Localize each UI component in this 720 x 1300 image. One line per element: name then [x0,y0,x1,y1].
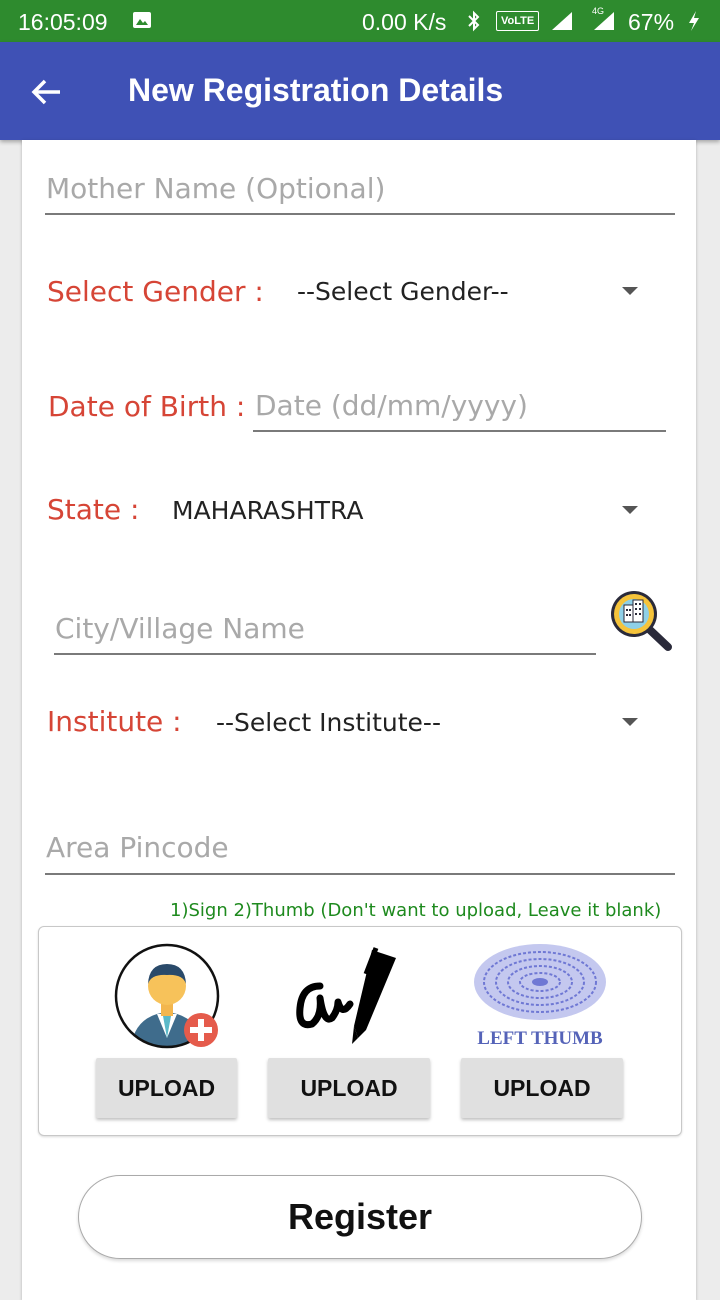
gender-spinner[interactable]: --Select Gender-- [297,277,509,306]
state-label: State : [47,493,140,526]
upload-sign-button[interactable]: UPLOAD [268,1058,430,1118]
dob-label: Date of Birth : [48,390,246,423]
page-title: New Registration Details [128,72,504,108]
institute-spinner[interactable]: --Select Institute-- [216,708,441,737]
signature-icon[interactable] [292,944,404,1048]
status-bar: 16:05:09 0.00 K/s VoLTE 4G 67% [0,0,720,42]
pincode-input[interactable]: Area Pincode [46,831,229,864]
status-time: 16:05:09 [18,9,108,35]
left-thumb-icon[interactable]: LEFT THUMB [470,942,610,1050]
dob-underline [253,430,666,432]
gender-label: Select Gender : [47,275,264,308]
app-bar: New Registration Details [0,42,720,140]
register-button[interactable]: Register [78,1175,642,1259]
thumb-caption: LEFT THUMB [477,1028,603,1049]
upload-thumb-button[interactable]: UPLOAD [461,1058,623,1118]
pincode-underline [45,873,675,875]
mother-name-underline [45,213,675,215]
city-input[interactable]: City/Village Name [55,612,305,645]
dob-input[interactable]: Date (dd/mm/yyyy) [255,389,528,422]
state-spinner[interactable]: MAHARASHTRA [172,496,363,525]
institute-label: Institute : [47,705,182,738]
image-icon [133,12,151,28]
network-speed: 0.00 K/s [362,9,447,35]
institute-dropdown-icon[interactable] [622,718,638,726]
back-arrow-icon[interactable] [30,75,64,109]
battery-level: 67% [628,9,675,35]
state-dropdown-icon[interactable] [622,506,638,514]
mother-name-input[interactable]: Mother Name (Optional) [46,172,385,205]
gender-dropdown-icon[interactable] [622,287,638,295]
bluetooth-icon [468,10,480,32]
upload-photo-button[interactable]: UPLOAD [96,1058,237,1118]
city-underline [54,653,596,655]
add-user-photo-icon[interactable] [113,942,221,1050]
upload-note: 1)Sign 2)Thumb (Don't want to upload, Le… [170,900,662,921]
signal-icon [552,12,572,30]
charging-bolt-icon [689,11,699,31]
city-search-icon[interactable] [608,588,674,654]
volte-badge: VoLTE [496,11,540,31]
signal-icon-2 [594,12,614,30]
